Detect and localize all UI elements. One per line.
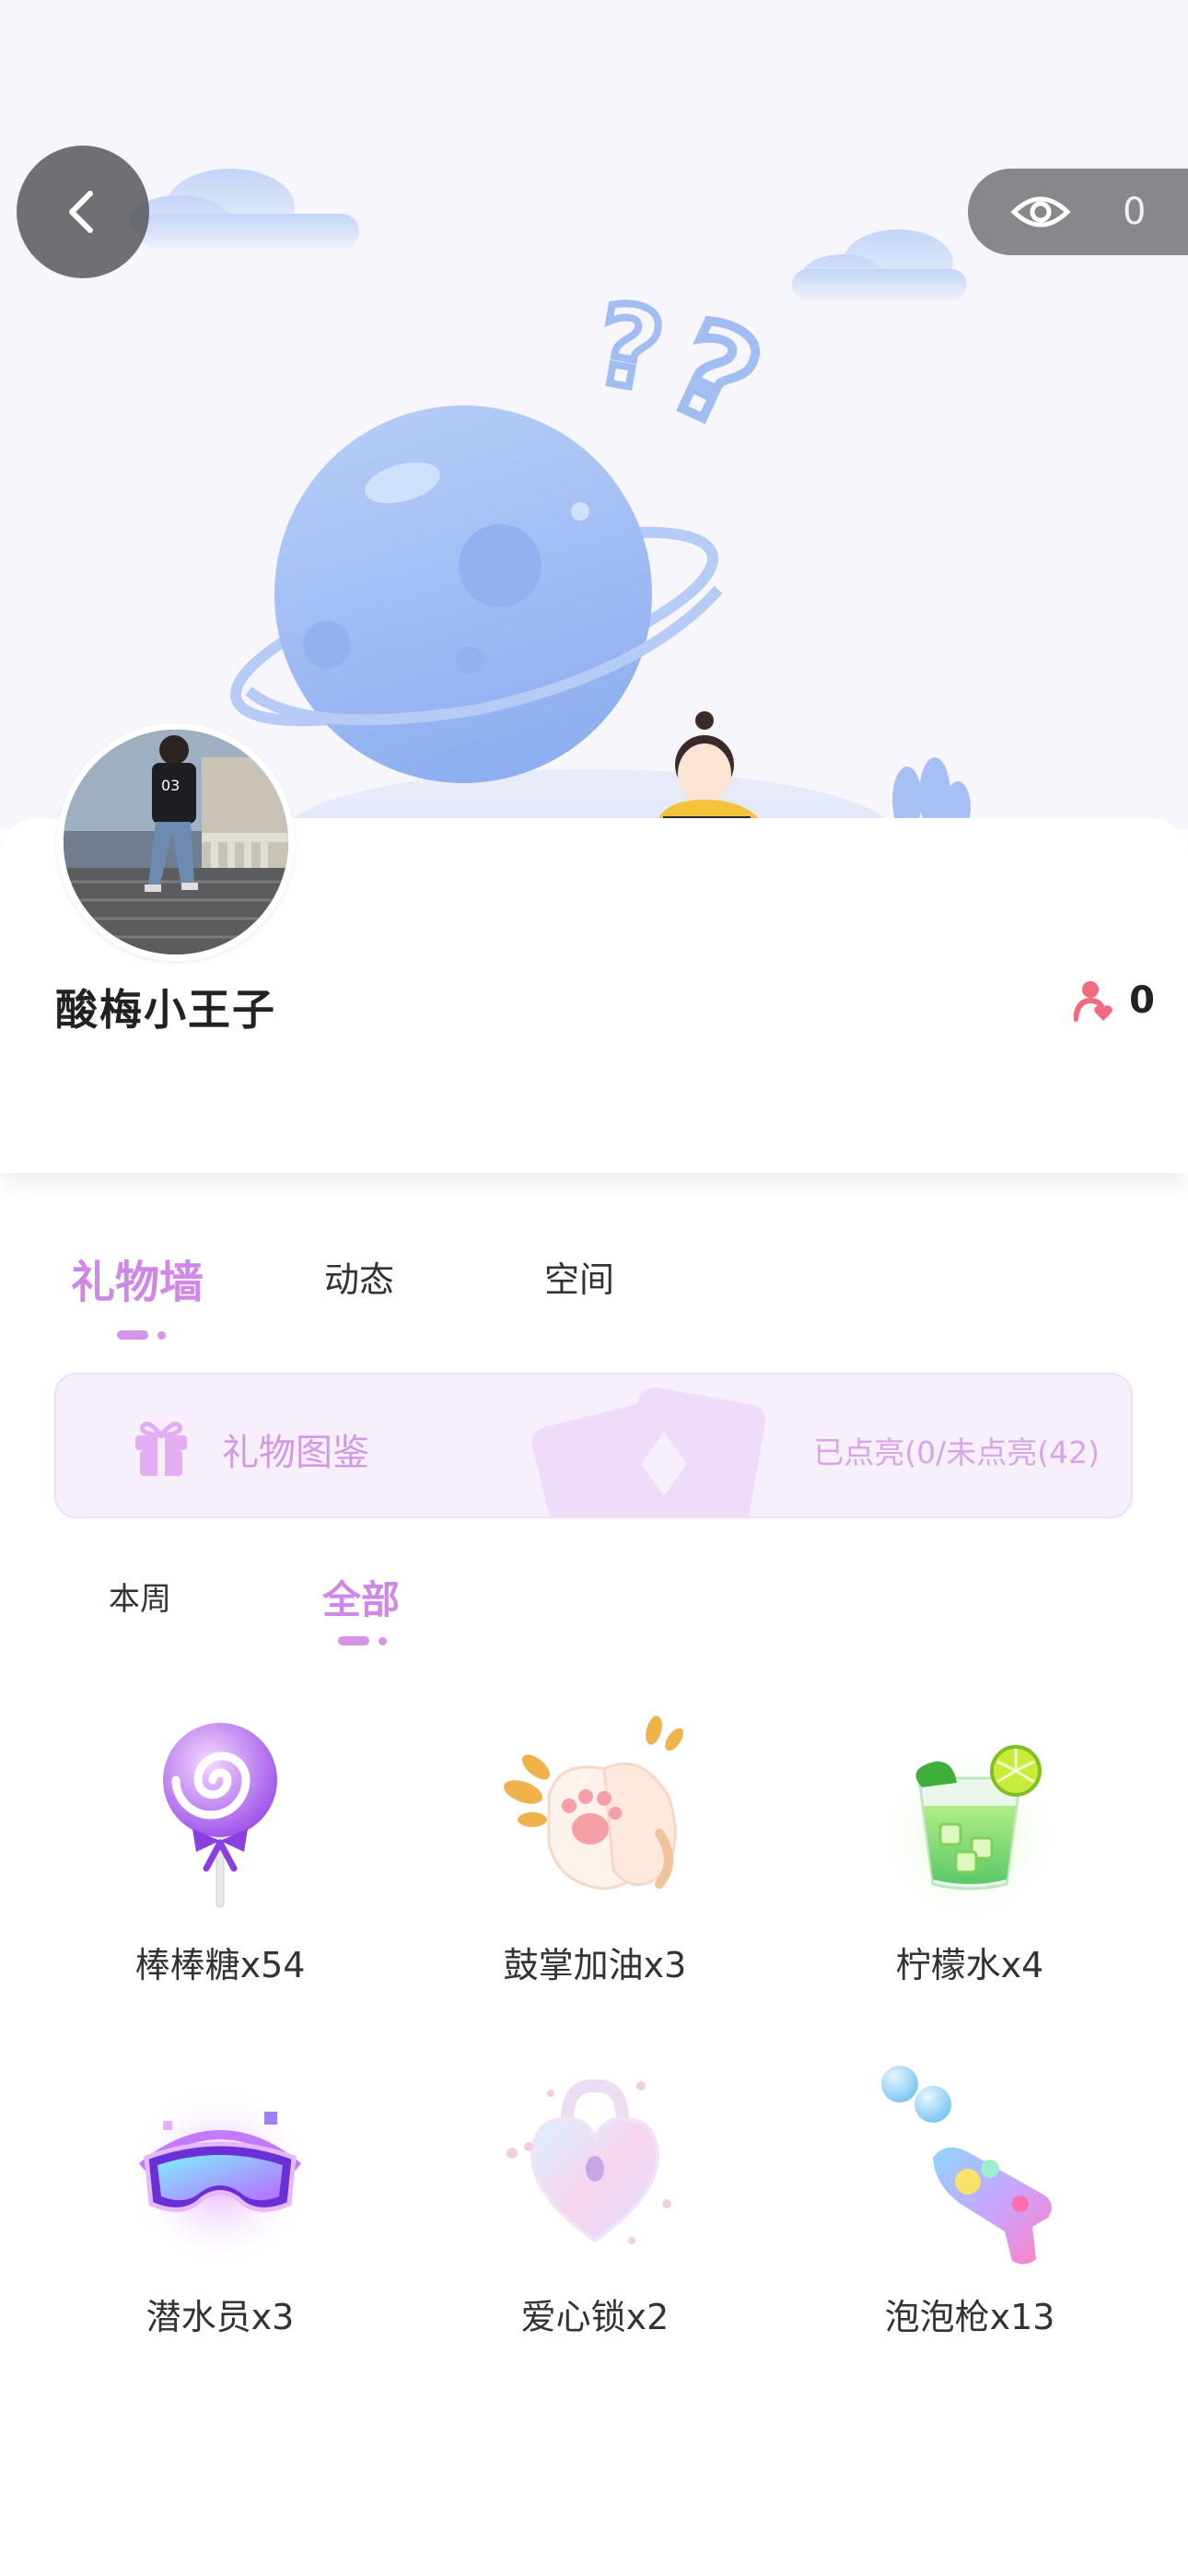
profile-tabs: 礼物墙 动态 空间 bbox=[0, 1251, 1188, 1340]
tab-space[interactable]: 空间 bbox=[544, 1251, 614, 1302]
heart-lock-icon bbox=[507, 2078, 671, 2244]
fans-icon bbox=[1074, 981, 1112, 1022]
gift-name: 柠檬水x4 bbox=[895, 1945, 1044, 1985]
lemonade-icon bbox=[873, 1727, 1066, 1921]
gift-name: 鼓掌加油x3 bbox=[503, 1945, 687, 1985]
gift-catalog-banner[interactable]: 礼物图鉴 已点亮(0/未点亮(42) bbox=[54, 1373, 1133, 1518]
svg-text:?: ? bbox=[649, 291, 780, 459]
diving-goggles-icon bbox=[128, 2084, 312, 2268]
gift-item[interactable]: 鼓掌加油x3 bbox=[457, 1714, 733, 1987]
username: 酸梅小王子 bbox=[55, 985, 276, 1035]
gift-item[interactable]: 泡泡枪x13 bbox=[832, 2066, 1108, 2339]
view-count: 0 bbox=[1123, 191, 1147, 233]
svg-text:03: 03 bbox=[161, 777, 180, 794]
gift-catalog-status: 已点亮(0/未点亮(42) bbox=[813, 1434, 1100, 1470]
clapping-paw-icon bbox=[503, 1715, 683, 1891]
gift-catalog-label: 礼物图鉴 bbox=[222, 1432, 369, 1474]
tab-moments[interactable]: 动态 bbox=[324, 1251, 394, 1302]
svg-text:?: ? bbox=[587, 280, 672, 417]
cards-watermark bbox=[531, 1387, 765, 1516]
gift-name: 爱心锁x2 bbox=[520, 2297, 670, 2337]
gift-item[interactable]: 爱心锁x2 bbox=[457, 2066, 733, 2339]
planet-illustration: ? ? bbox=[129, 169, 971, 829]
gift-name: 潜水员x3 bbox=[146, 2297, 295, 2337]
avatar[interactable]: 03 bbox=[57, 723, 295, 961]
chevron-left-icon bbox=[69, 191, 93, 233]
back-button[interactable] bbox=[17, 146, 149, 278]
subtab-all[interactable]: 全部 bbox=[322, 1569, 400, 1625]
eye-icon bbox=[1010, 196, 1071, 228]
profile-hero-banner: ? ? 0 bbox=[0, 0, 1188, 829]
avatar-photo: 03 bbox=[64, 730, 288, 954]
bubble-gun-icon bbox=[881, 2066, 1052, 2265]
subtab-this-week[interactable]: 本周 bbox=[109, 1574, 171, 1619]
gift-icon bbox=[135, 1422, 187, 1476]
lollipop-icon bbox=[163, 1723, 277, 1908]
tab-gift-wall[interactable]: 礼物墙 bbox=[71, 1246, 204, 1310]
gift-item[interactable]: 潜水员x3 bbox=[82, 2066, 358, 2339]
fans-counter[interactable]: 0 bbox=[1074, 978, 1155, 1023]
gift-name: 泡泡枪x13 bbox=[884, 2297, 1055, 2337]
gift-item[interactable]: 柠檬水x4 bbox=[832, 1714, 1108, 1987]
gift-item[interactable]: 棒棒糖x54 bbox=[82, 1714, 358, 1987]
view-count-pill: 0 bbox=[968, 169, 1188, 255]
fans-count: 0 bbox=[1129, 979, 1155, 1022]
gift-name: 棒棒糖x54 bbox=[134, 1945, 306, 1985]
